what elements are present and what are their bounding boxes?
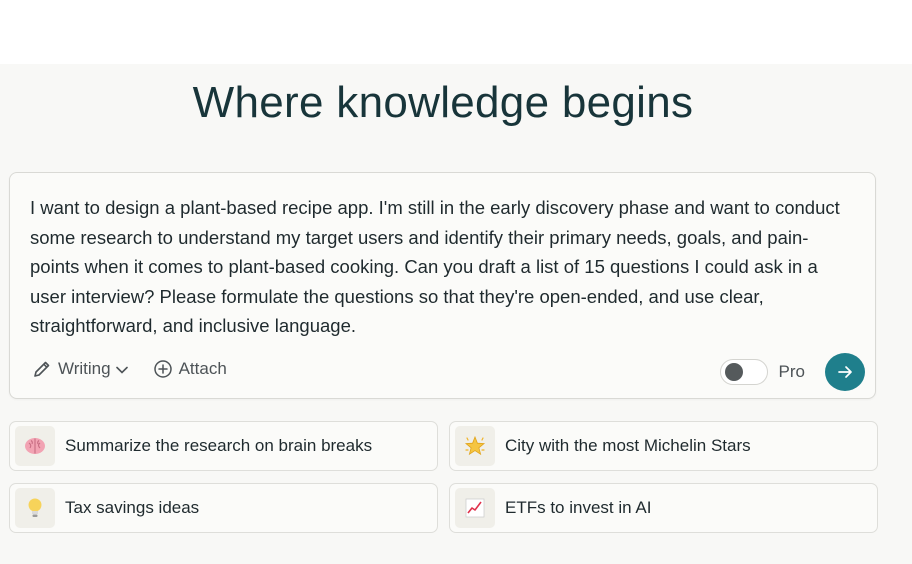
composer-toolbar-left: Writing Attach	[32, 359, 227, 379]
page-title: Where knowledge begins	[192, 78, 694, 127]
suggestion-label: Tax savings ideas	[65, 498, 200, 517]
suggestion-card[interactable]: Summarize the research on brain breaks	[9, 421, 438, 471]
pro-toggle[interactable]	[719, 359, 768, 385]
submit-button[interactable]	[825, 353, 865, 391]
chart-increasing-icon	[455, 488, 495, 528]
pencil-icon	[32, 359, 52, 379]
prompt-composer[interactable]: I want to design a plant-based recipe ap…	[9, 172, 876, 399]
plus-circle-icon	[153, 359, 173, 379]
light-bulb-icon	[15, 488, 55, 528]
attach-label: Attach	[178, 359, 227, 378]
focus-label: Writing	[58, 359, 111, 378]
suggestion-card[interactable]: City with the most Michelin Stars	[449, 421, 878, 471]
prompt-input[interactable]: I want to design a plant-based recipe ap…	[30, 193, 850, 341]
suggestion-label: City with the most Michelin Stars	[505, 436, 751, 455]
suggestion-label: Summarize the research on brain breaks	[65, 436, 373, 455]
attach-button[interactable]: Attach	[153, 359, 227, 379]
chevron-down-icon	[115, 362, 129, 376]
brain-icon	[15, 426, 55, 466]
suggestion-card[interactable]: Tax savings ideas	[9, 483, 438, 533]
sparkle-star-icon	[455, 426, 495, 466]
composer-toolbar-right: Pro	[719, 353, 865, 391]
suggestion-card[interactable]: ETFs to invest in AI	[449, 483, 878, 533]
pro-toggle-knob	[724, 363, 743, 381]
arrow-right-icon	[836, 363, 854, 381]
focus-writing-button[interactable]: Writing	[32, 359, 129, 379]
suggestion-label: ETFs to invest in AI	[505, 498, 652, 517]
pro-label: Pro	[778, 362, 805, 381]
